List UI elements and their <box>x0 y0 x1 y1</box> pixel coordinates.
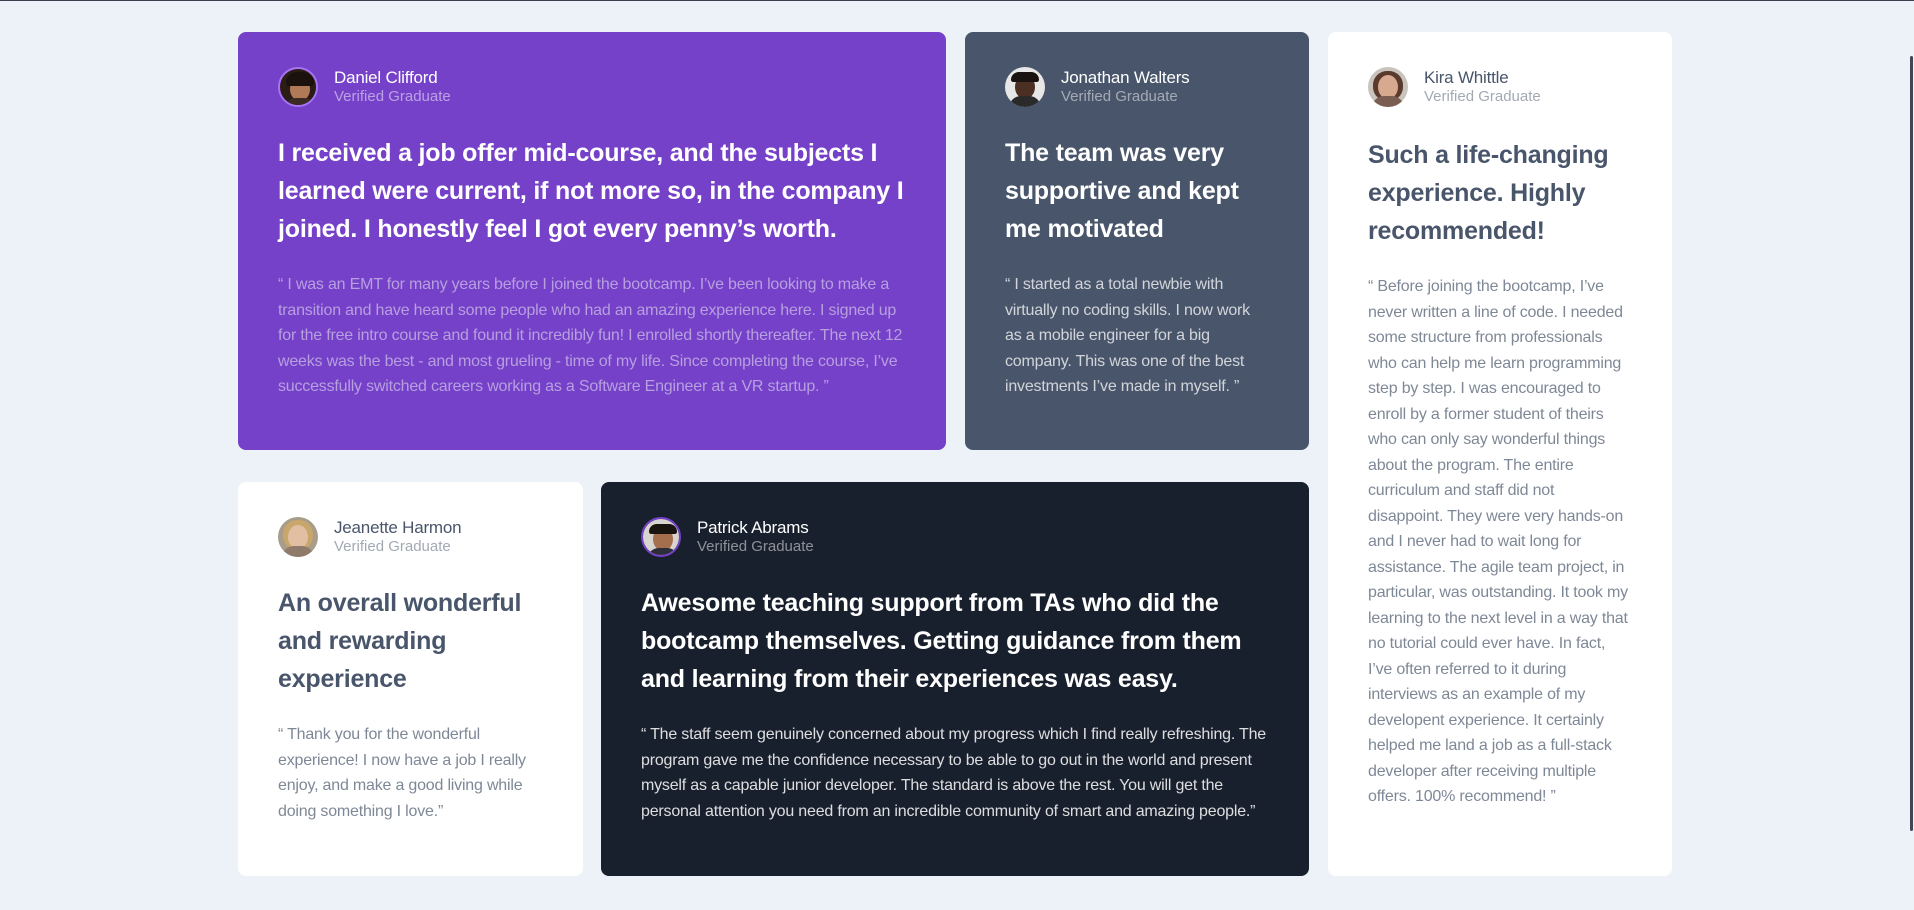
author-role: Verified Graduate <box>1061 88 1178 106</box>
author-name: Kira Whittle <box>1424 68 1509 87</box>
author-name: Jeanette Harmon <box>334 518 462 537</box>
author-role: Verified Graduate <box>697 538 814 556</box>
testimonial-quote: “ The staff seem genuinely concerned abo… <box>641 726 1267 820</box>
testimonial-card-patrick-abrams: Patrick Abrams Verified Graduate Awesome… <box>601 482 1309 876</box>
avatar <box>278 517 318 557</box>
testimonial-headline: Such a life-changing experience. Highly … <box>1368 141 1609 245</box>
author-block: Jeanette Harmon Verified Graduate <box>278 516 543 558</box>
author-block: Patrick Abrams Verified Graduate <box>641 516 1269 558</box>
author-role: Verified Graduate <box>334 88 451 106</box>
avatar <box>1368 67 1408 107</box>
testimonial-card-jeanette-harmon: Jeanette Harmon Verified Graduate An ove… <box>238 482 583 876</box>
author-block: Daniel Clifford Verified Graduate <box>278 66 906 108</box>
author-block: Jonathan Walters Verified Graduate <box>1005 66 1269 108</box>
testimonial-headline: An overall wonderful and rewarding exper… <box>278 589 522 693</box>
testimonial-quote: “ I was an EMT for many years before I j… <box>278 276 903 395</box>
author-name: Daniel Clifford <box>334 68 438 87</box>
testimonial-headline: The team was very supportive and kept me… <box>1005 139 1239 243</box>
testimonial-quote: “ Thank you for the wonderful experience… <box>278 726 526 820</box>
top-border <box>0 0 1914 1</box>
author-name: Jonathan Walters <box>1061 68 1190 87</box>
avatar <box>641 517 681 557</box>
testimonial-card-daniel-clifford: Daniel Clifford Verified Graduate I rece… <box>238 32 946 450</box>
author-block: Kira Whittle Verified Graduate <box>1368 66 1632 108</box>
scrollbar-thumb[interactable] <box>1910 56 1913 831</box>
author-role: Verified Graduate <box>1424 88 1541 106</box>
author-role: Verified Graduate <box>334 538 451 556</box>
testimonial-card-jonathan-walters: Jonathan Walters Verified Graduate The t… <box>965 32 1309 450</box>
testimonial-quote: “ I started as a total newbie with virtu… <box>1005 276 1250 395</box>
avatar <box>278 67 318 107</box>
avatar <box>1005 67 1045 107</box>
author-name: Patrick Abrams <box>697 518 809 537</box>
testimonial-quote: “ Before joining the bootcamp, I’ve neve… <box>1368 278 1628 805</box>
testimonial-card-kira-whittle: Kira Whittle Verified Graduate Such a li… <box>1328 32 1672 876</box>
testimonial-headline: I received a job offer mid-course, and t… <box>278 139 904 243</box>
testimonial-headline: Awesome teaching support from TAs who di… <box>641 589 1242 693</box>
